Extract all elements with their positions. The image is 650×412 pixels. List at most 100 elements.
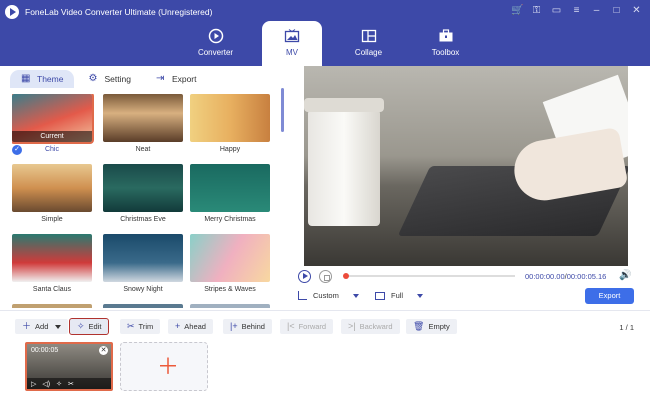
backward-button[interactable]: >| Backward (341, 319, 400, 334)
page-current: 1 (619, 323, 624, 332)
tab-label: Theme (37, 74, 64, 84)
theme-card-partial[interactable] (190, 304, 270, 308)
theme-card-happy[interactable]: Happy (190, 94, 270, 156)
theme-thumbnail (103, 94, 183, 142)
main-tabs: Converter MV Collage Toolbox (177, 21, 484, 66)
backward-label: Backward (359, 322, 393, 331)
clip-thumbnail[interactable]: 00:00:05 ✕ ▷ ◁) ✧ ✂ (25, 342, 113, 391)
backward-icon: >| (348, 321, 356, 331)
theme-label: Neat (135, 146, 151, 153)
theme-card-stripes-waves[interactable]: Stripes & Waves (190, 234, 270, 296)
tab-mv[interactable]: MV (262, 21, 322, 66)
crop-icon (298, 291, 307, 300)
theme-card-partial[interactable] (12, 304, 92, 308)
video-preview (304, 66, 628, 266)
theme-thumbnail (12, 164, 92, 212)
app-title: FoneLab Video Converter Ultimate (Unregi… (25, 7, 213, 17)
trim-label: Trim (138, 322, 154, 331)
total-time: 00:00:05.16 (566, 272, 607, 281)
theme-card-merry-christmas[interactable]: Merry Christmas (190, 164, 270, 226)
theme-label: Merry Christmas (204, 216, 256, 223)
theme-card-neat[interactable]: Neat (103, 94, 183, 156)
theme-scrollbar[interactable] (281, 88, 284, 132)
theme-label: Christmas Eve (120, 216, 166, 223)
theme-thumbnail (190, 94, 270, 142)
volume-icon[interactable]: 🔊 (619, 271, 631, 281)
tab-theme[interactable]: ▦ Theme (10, 70, 75, 88)
play-icon[interactable]: ▷ (31, 380, 36, 388)
theme-label: Santa Claus (32, 286, 72, 293)
display-mode-select[interactable]: Full (375, 291, 424, 300)
volume-icon[interactable]: ◁) (42, 380, 50, 388)
close-icon[interactable]: ✕ (631, 5, 642, 16)
theme-card-partial[interactable] (103, 304, 183, 308)
preview-cup (308, 108, 380, 226)
gear-icon: ⚙ (88, 73, 98, 84)
add-button[interactable]: ＋ Add (15, 319, 69, 334)
app-logo-icon (5, 5, 19, 19)
close-icon[interactable]: ✕ (99, 346, 108, 355)
aspect-ratio-select[interactable]: Custom (298, 291, 359, 300)
collage-icon (361, 29, 376, 43)
forward-button[interactable]: |< Forward (280, 319, 334, 334)
ahead-button[interactable]: + Ahead (168, 319, 213, 334)
ahead-icon: + (175, 321, 181, 331)
scissors-icon[interactable]: ✂ (68, 380, 74, 388)
timecode: 00:00:00.00/00:00:05.16 (525, 272, 606, 281)
tab-label: Setting (104, 74, 131, 84)
key-icon[interactable]: ⚿ (531, 5, 542, 16)
tab-toolbox[interactable]: Toolbox (407, 21, 484, 66)
page-indicator: 1 / 1 (619, 323, 634, 332)
sub-tabs: ▦ Theme ⚙ Setting ⇥ Export (10, 70, 208, 88)
behind-label: Behind (241, 322, 265, 331)
check-icon: ✓ (12, 145, 22, 155)
behind-icon: |+ (230, 321, 238, 331)
maximize-icon[interactable]: □ (611, 5, 622, 16)
forward-label: Forward (298, 322, 327, 331)
window-controls: 🛒 ⚿ ▭ ≡ – □ ✕ (511, 5, 642, 16)
play-button[interactable] (298, 270, 311, 283)
page-total: 1 (629, 323, 634, 332)
theme-panel: ▦ Theme ⚙ Setting ⇥ Export Current ✓ Chi… (0, 66, 287, 310)
empty-label: Empty (428, 322, 450, 331)
tab-collage[interactable]: Collage (330, 21, 407, 66)
theme-thumbnail (12, 234, 92, 282)
feedback-icon[interactable]: ▭ (551, 5, 562, 16)
cart-icon[interactable]: 🛒 (511, 5, 523, 16)
magic-wand-icon[interactable]: ✧ (56, 380, 62, 388)
clip-actions: ▷ ◁) ✧ ✂ (27, 378, 111, 389)
converter-icon (208, 28, 223, 44)
add-clip-button[interactable]: ＋ (120, 342, 208, 391)
theme-thumbnail (103, 234, 183, 282)
edit-label: Edit (88, 322, 102, 331)
plus-icon: ＋ (157, 354, 180, 379)
seek-handle[interactable] (343, 273, 349, 279)
seek-bar[interactable] (343, 273, 515, 279)
theme-card-santa-claus[interactable]: Santa Claus (12, 234, 92, 296)
menu-icon[interactable]: ≡ (571, 5, 582, 16)
tab-label: Export (171, 74, 197, 84)
clip-timeline: 00:00:05 ✕ ▷ ◁) ✧ ✂ ＋ (0, 340, 650, 412)
theme-card-chic[interactable]: Current ✓ Chic (12, 94, 94, 156)
theme-card-christmas-eve[interactable]: Christmas Eve (103, 164, 183, 226)
edit-button[interactable]: ✧ Edit (68, 318, 110, 335)
theme-label: Happy (219, 146, 241, 153)
stop-button[interactable] (319, 270, 332, 283)
display-label: Full (391, 291, 404, 300)
tab-converter[interactable]: Converter (177, 21, 254, 66)
behind-button[interactable]: |+ Behind (223, 319, 272, 334)
tab-label: Collage (354, 48, 383, 57)
theme-card-snowy-night[interactable]: Snowy Night (103, 234, 183, 296)
theme-card-simple[interactable]: Simple (12, 164, 92, 226)
minimize-icon[interactable]: – (591, 5, 602, 16)
empty-button[interactable]: 🗑 Empty (406, 319, 457, 334)
tab-setting[interactable]: ⚙ Setting (77, 70, 141, 88)
monitor-icon (375, 291, 385, 300)
export-button[interactable]: Export (585, 288, 634, 304)
theme-thumbnail (190, 304, 270, 308)
theme-thumbnail (103, 304, 183, 308)
tab-export[interactable]: ⇥ Export (145, 70, 208, 88)
theme-label: Snowy Night (123, 286, 163, 293)
trim-button[interactable]: ✂ Trim (120, 319, 161, 334)
title-bar: FoneLab Video Converter Ultimate (Unregi… (0, 0, 650, 66)
